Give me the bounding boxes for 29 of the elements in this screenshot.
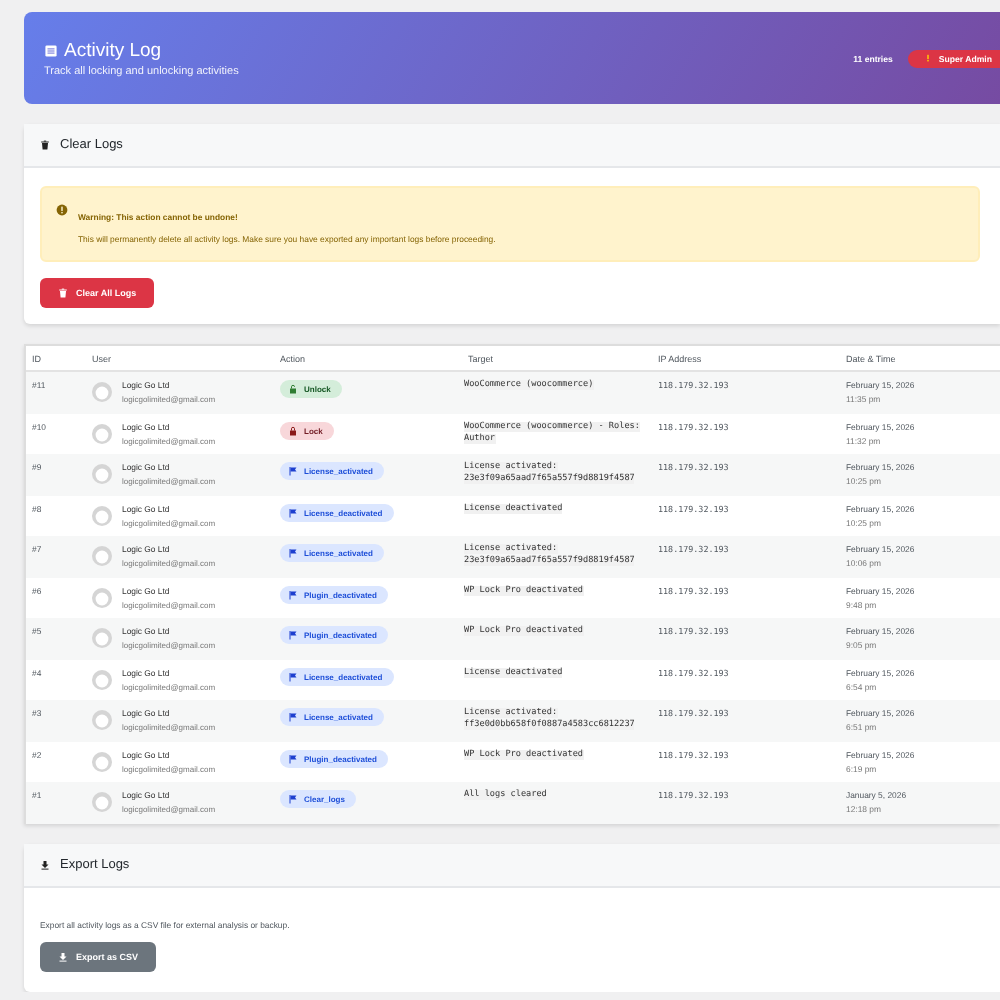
flag-icon xyxy=(288,589,298,599)
avatar-icon xyxy=(92,751,112,771)
avatar-icon xyxy=(92,505,112,525)
trash-icon xyxy=(58,288,68,298)
avatar-icon xyxy=(92,546,112,566)
trash-icon xyxy=(40,140,50,150)
flag-icon xyxy=(288,794,298,804)
download-icon xyxy=(58,951,68,961)
avatar-icon xyxy=(92,423,112,443)
page-title: Activity Log xyxy=(64,39,162,61)
avatar-icon xyxy=(92,382,112,402)
warning-icon xyxy=(56,204,68,216)
flag-icon xyxy=(288,466,298,476)
padlock-icon xyxy=(288,425,298,435)
flag-icon xyxy=(288,753,298,763)
padlock-icon xyxy=(288,384,298,394)
avatar-icon xyxy=(92,464,112,484)
flag-icon xyxy=(288,630,298,640)
list-icon xyxy=(44,43,58,57)
flag-icon xyxy=(288,507,298,517)
download-icon xyxy=(40,859,50,869)
flag-icon xyxy=(288,548,298,558)
avatar-icon xyxy=(92,792,112,812)
avatar-icon xyxy=(92,628,112,648)
avatar-icon xyxy=(92,710,112,730)
avatar-icon xyxy=(92,587,112,607)
flag-icon xyxy=(288,671,298,681)
flag-icon xyxy=(288,712,298,722)
avatar-icon xyxy=(92,669,112,689)
